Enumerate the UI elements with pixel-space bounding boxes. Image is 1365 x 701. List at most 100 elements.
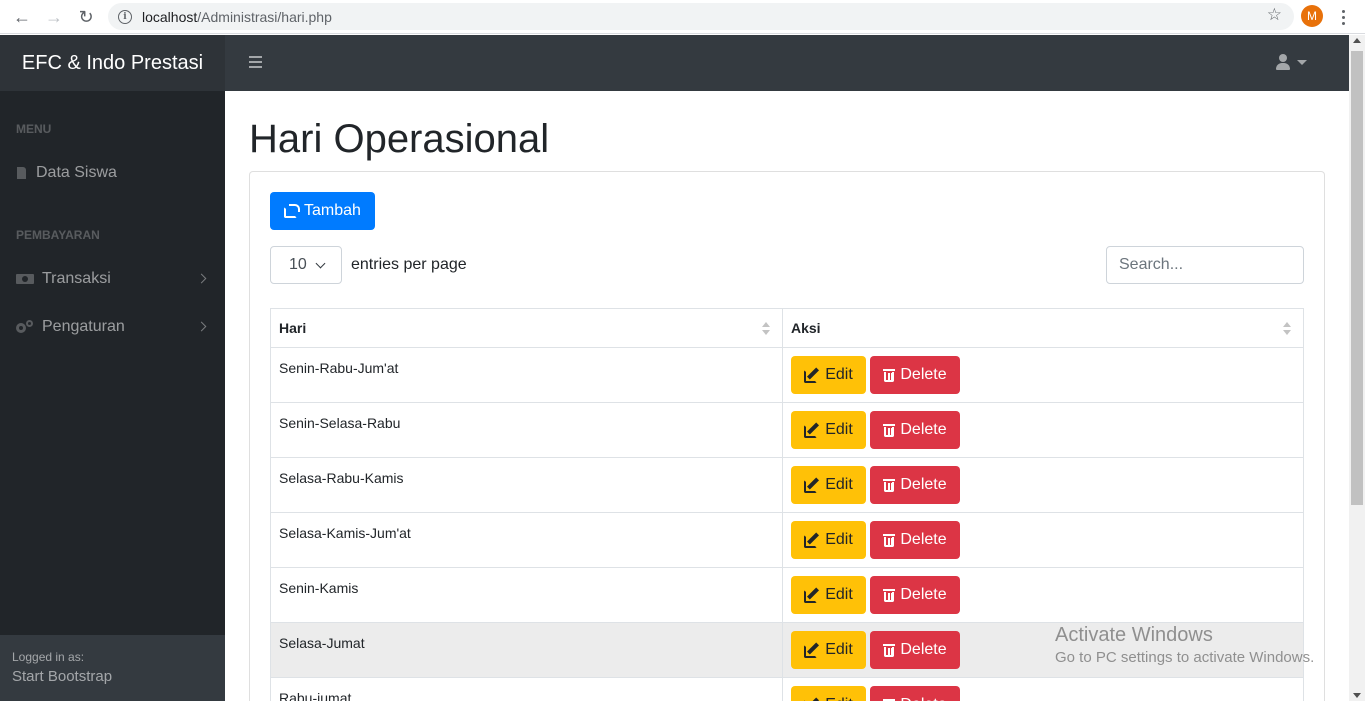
user-dropdown[interactable] <box>1275 53 1307 71</box>
chevron-down-icon <box>315 258 326 269</box>
sidebar-item-transaksi[interactable]: Transaksi <box>16 267 211 291</box>
reload-icon[interactable]: ↻ <box>74 5 98 29</box>
delete-button[interactable]: Delete <box>870 631 960 669</box>
trash-icon <box>883 423 896 437</box>
sidebar: MENU Data Siswa PEMBAYARAN Transaksi Pen… <box>0 91 225 701</box>
edit-button[interactable]: Edit <box>791 631 866 669</box>
cell-aksi: Edit Delete <box>782 457 1304 513</box>
column-header-label: Hari <box>279 320 307 336</box>
delete-label: Delete <box>900 366 947 383</box>
search-input[interactable] <box>1106 246 1304 284</box>
edit-label: Edit <box>825 531 853 548</box>
scroll-thumb[interactable] <box>1351 51 1363 505</box>
delete-label: Delete <box>900 531 947 548</box>
cell-hari: Selasa-Jumat <box>270 622 783 678</box>
table-row: Senin-Rabu-Jum'at Edit Delete <box>270 347 1304 403</box>
edit-button[interactable]: Edit <box>791 466 866 504</box>
cell-aksi: Edit Delete <box>782 512 1304 568</box>
cogs-icon <box>16 320 38 334</box>
sidebar-footer: Logged in as: Start Bootstrap <box>0 635 225 701</box>
edit-label: Edit <box>825 366 853 383</box>
cell-hari: Selasa-Rabu-Kamis <box>270 457 783 513</box>
column-header-hari[interactable]: Hari <box>270 308 783 348</box>
sidebar-heading-pembayaran: PEMBAYARAN <box>16 228 100 242</box>
caret-down-icon <box>1297 59 1307 65</box>
table-row: Rabu-jumat Edit Delete <box>270 677 1304 701</box>
column-header-label: Aksi <box>791 320 821 336</box>
delete-label: Delete <box>900 696 946 701</box>
logged-in-label: Logged in as: <box>12 650 85 664</box>
delete-button[interactable]: Delete <box>870 356 960 394</box>
delete-button[interactable]: Delete <box>870 686 960 701</box>
delete-button[interactable]: Delete <box>870 576 960 614</box>
edit-icon <box>804 586 820 603</box>
column-header-aksi[interactable]: Aksi <box>782 308 1304 348</box>
file-icon <box>16 167 30 179</box>
add-button[interactable]: Tambah <box>270 192 375 230</box>
chevron-right-icon <box>196 273 207 284</box>
cell-aksi: Edit Delete <box>782 347 1304 403</box>
windows-activation-watermark: Activate Windows Go to PC settings to ac… <box>1055 624 1314 666</box>
bookmark-star-icon[interactable]: ☆ <box>1267 5 1282 25</box>
sidebar-item-pengaturan[interactable]: Pengaturan <box>16 315 211 339</box>
browser-menu-icon[interactable] <box>1337 5 1349 29</box>
per-page-value: 10 <box>289 256 307 273</box>
cell-aksi: Edit Delete <box>782 567 1304 623</box>
url-text: localhost/Administrasi/hari.php <box>142 9 332 25</box>
cell-aksi: Edit Delete <box>782 677 1304 701</box>
cell-hari: Senin-Kamis <box>270 567 783 623</box>
sidebar-toggle-icon[interactable] <box>249 56 262 68</box>
user-icon <box>1275 53 1291 71</box>
watermark-line2: Go to PC settings to activate Windows. <box>1055 649 1315 666</box>
address-bar[interactable]: i localhost/Administrasi/hari.php ☆ <box>108 3 1294 30</box>
edit-icon <box>804 641 820 658</box>
scroll-up-icon[interactable] <box>1353 38 1361 43</box>
sidebar-item-label: Pengaturan <box>42 318 125 335</box>
edit-label: Edit <box>825 476 853 493</box>
edit-icon <box>804 476 820 493</box>
sidebar-item-data-siswa[interactable]: Data Siswa <box>16 161 211 185</box>
url-path: /Administrasi/hari.php <box>197 8 332 25</box>
edit-button[interactable]: Edit <box>791 686 866 701</box>
table-row: Selasa-Kamis-Jum'at Edit Delete <box>270 512 1304 568</box>
url-host: localhost <box>142 8 198 25</box>
logged-in-user: Start Bootstrap <box>12 668 113 685</box>
profile-avatar[interactable]: M <box>1301 5 1323 27</box>
sort-icon <box>1283 322 1291 336</box>
delete-button[interactable]: Delete <box>870 411 960 449</box>
edit-icon <box>804 421 820 438</box>
page-scrollbar[interactable] <box>1349 35 1365 701</box>
back-arrow-icon[interactable]: ← <box>10 5 34 29</box>
watermark-line1: Activate Windows <box>1055 624 1213 646</box>
browser-toolbar: ← → ↻ i localhost/Administrasi/hari.php … <box>0 0 1365 34</box>
edit-label: Edit <box>825 696 853 701</box>
navbar-brand[interactable]: EFC & Indo Prestasi <box>0 35 225 91</box>
trash-icon <box>883 588 896 602</box>
edit-icon <box>804 531 820 548</box>
edit-button[interactable]: Edit <box>791 411 866 449</box>
page-title: Hari Operasional <box>249 117 550 161</box>
entries-per-page-select[interactable]: 10 <box>270 246 342 284</box>
edit-button[interactable]: Edit <box>791 356 866 394</box>
delete-button[interactable]: Delete <box>870 466 960 504</box>
sidebar-item-label: Transaksi <box>42 270 111 287</box>
trash-icon <box>883 533 896 547</box>
forward-arrow-icon[interactable]: → <box>42 5 66 29</box>
cell-hari: Rabu-jumat <box>270 677 783 701</box>
edit-button[interactable]: Edit <box>791 521 866 559</box>
chevron-right-icon <box>196 321 207 332</box>
table-row: Senin-Selasa-Rabu Edit Delete <box>270 402 1304 458</box>
delete-label: Delete <box>900 476 947 493</box>
per-page-label: entries per page <box>351 256 467 273</box>
sort-icon <box>762 322 770 336</box>
cell-hari: Senin-Selasa-Rabu <box>270 402 783 458</box>
delete-button[interactable]: Delete <box>870 521 960 559</box>
trash-icon <box>883 368 896 382</box>
edit-label: Edit <box>825 641 853 658</box>
edit-button[interactable]: Edit <box>791 576 866 614</box>
delete-label: Delete <box>900 641 947 658</box>
info-icon[interactable]: i <box>118 9 132 24</box>
edit-label: Edit <box>825 421 853 438</box>
sidebar-heading-menu: MENU <box>16 122 52 136</box>
scroll-down-icon[interactable] <box>1353 693 1361 698</box>
